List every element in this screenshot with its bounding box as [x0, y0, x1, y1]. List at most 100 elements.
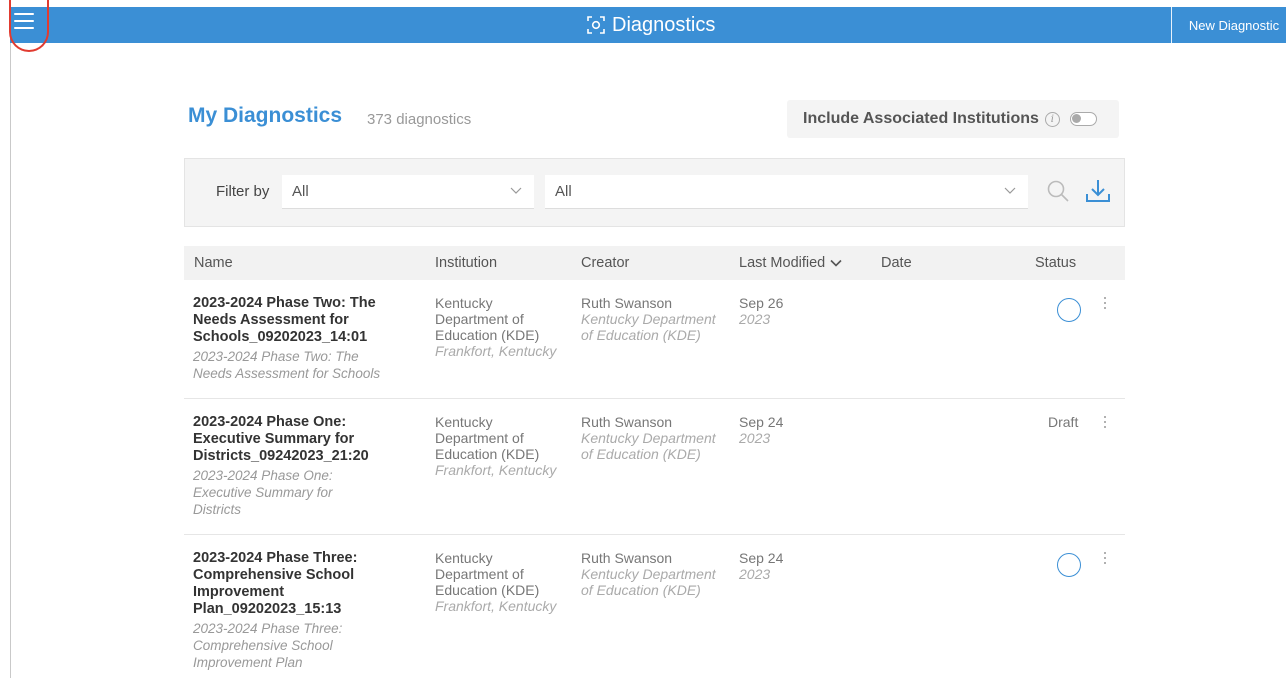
institution-line: Education (KDE): [435, 582, 540, 598]
sort-descending-icon: [830, 259, 842, 267]
creator-org-line: Kentucky Department: [581, 430, 716, 446]
status-label: Draft: [1048, 414, 1079, 430]
column-header-institution[interactable]: Institution: [435, 255, 497, 271]
title-line: 2023-2024 Phase Two: The: [193, 295, 376, 311]
row-institution-cell: Kentucky Department of Education (KDE) F…: [435, 295, 570, 359]
more-options-icon[interactable]: [1098, 549, 1112, 567]
title-line: Schools_09202023_14:01: [193, 329, 368, 345]
subtitle-line: Districts: [193, 502, 241, 517]
row-creator-cell: Ruth Swanson Kentucky Department of Educ…: [581, 550, 731, 598]
new-diagnostic-button[interactable]: New Diagnostic: [1171, 7, 1286, 43]
table-row[interactable]: 2023-2024 Phase One: Executive Summary f…: [184, 399, 1125, 535]
subtitle-line: 2023-2024 Phase Three:: [193, 621, 343, 636]
table-row[interactable]: 2023-2024 Phase Two: The Needs Assessmen…: [184, 280, 1125, 399]
creator-name: Ruth Swanson: [581, 295, 673, 311]
row-last-modified-cell: Sep 24 2023: [739, 414, 783, 446]
row-institution-cell: Kentucky Department of Education (KDE) F…: [435, 414, 570, 478]
institution-line: Department of: [435, 430, 524, 446]
column-header-creator[interactable]: Creator: [581, 255, 629, 271]
download-icon[interactable]: [1084, 177, 1112, 205]
diagnostic-title-link[interactable]: 2023-2024 Phase Two: The Needs Assessmen…: [193, 295, 398, 346]
row-name-cell: 2023-2024 Phase One: Executive Summary f…: [193, 414, 398, 518]
column-header-status[interactable]: Status: [1035, 255, 1076, 271]
institution-line: Education (KDE): [435, 446, 540, 462]
row-last-modified-cell: Sep 26 2023: [739, 295, 783, 327]
diagnostic-subtitle: 2023-2024 Phase One: Executive Summary f…: [193, 467, 398, 518]
column-header-date[interactable]: Date: [881, 255, 912, 271]
institution-line: Department of: [435, 311, 524, 327]
row-creator-cell: Ruth Swanson Kentucky Department of Educ…: [581, 295, 731, 343]
diagnostics-focus-icon: [587, 16, 605, 34]
circle-status-icon: [1057, 298, 1081, 322]
institution-location: Frankfort, Kentucky: [435, 462, 557, 478]
diagnostic-count: 373 diagnostics: [367, 111, 472, 128]
filter-label: Filter by: [216, 183, 270, 200]
creator-org-line: of Education (KDE): [581, 446, 701, 462]
filter-select-2[interactable]: All: [545, 175, 1028, 209]
title-line: Comprehensive School: [193, 567, 355, 583]
subtitle-line: 2023-2024 Phase Two: The: [193, 349, 359, 364]
diagnostic-title-link[interactable]: 2023-2024 Phase One: Executive Summary f…: [193, 414, 398, 465]
row-name-cell: 2023-2024 Phase Three: Comprehensive Sch…: [193, 550, 398, 671]
chevron-down-icon: [1004, 187, 1016, 194]
creator-org-line: of Education (KDE): [581, 327, 701, 343]
table-row[interactable]: 2023-2024 Phase Three: Comprehensive Sch…: [184, 535, 1125, 678]
hamburger-menu-icon[interactable]: [10, 7, 54, 43]
row-last-modified-cell: Sep 24 2023: [739, 550, 783, 582]
modified-date: Sep 24: [739, 550, 784, 566]
diagnostic-subtitle: 2023-2024 Phase Three: Comprehensive Sch…: [193, 620, 398, 671]
institution-line: Education (KDE): [435, 327, 540, 343]
creator-name: Ruth Swanson: [581, 550, 673, 566]
app-title-text: Diagnostics: [612, 13, 716, 36]
modified-year: 2023: [739, 566, 771, 582]
filter-select-1[interactable]: All: [282, 175, 534, 209]
subtitle-line: Needs Assessment for Schools: [193, 366, 381, 381]
include-associated-panel: Include Associated Institutions i: [787, 100, 1119, 138]
include-associated-toggle[interactable]: [1069, 112, 1097, 126]
column-header-last-modified-label: Last Modified: [739, 255, 826, 271]
subtitle-line: Improvement Plan: [193, 655, 303, 670]
modified-date: Sep 26: [739, 295, 784, 311]
title-line: Districts_09242023_21:20: [193, 448, 369, 464]
title-line: 2023-2024 Phase One:: [193, 414, 347, 430]
subtitle-line: 2023-2024 Phase One:: [193, 468, 333, 483]
search-icon[interactable]: [1046, 179, 1070, 203]
more-options-icon[interactable]: [1098, 413, 1112, 431]
institution-line: Department of: [435, 566, 524, 582]
institution-line: Kentucky: [435, 550, 493, 566]
subtitle-line: Comprehensive School: [193, 638, 333, 653]
diagnostic-subtitle: 2023-2024 Phase Two: The Needs Assessmen…: [193, 348, 398, 382]
title-line: Plan_09202023_15:13: [193, 601, 342, 617]
table-header: Name Institution Creator Last Modified D…: [184, 246, 1125, 280]
creator-name: Ruth Swanson: [581, 414, 673, 430]
row-name-cell: 2023-2024 Phase Two: The Needs Assessmen…: [193, 295, 398, 382]
column-header-last-modified[interactable]: Last Modified: [739, 255, 842, 271]
page-title: My Diagnostics: [188, 104, 343, 127]
title-line: Executive Summary for: [193, 431, 355, 447]
institution-location: Frankfort, Kentucky: [435, 598, 557, 614]
row-institution-cell: Kentucky Department of Education (KDE) F…: [435, 550, 570, 614]
modified-year: 2023: [739, 311, 771, 327]
more-options-icon[interactable]: [1098, 294, 1112, 312]
top-navigation-bar: Diagnostics New Diagnostic: [10, 7, 1286, 43]
chevron-down-icon: [510, 187, 522, 194]
title-line: Needs Assessment for: [193, 312, 349, 328]
page-left-border: [10, 43, 11, 678]
institution-line: Kentucky: [435, 295, 493, 311]
circle-status-icon: [1057, 553, 1081, 577]
creator-org-line: Kentucky Department: [581, 311, 716, 327]
app-title: Diagnostics: [586, 11, 715, 39]
info-icon[interactable]: i: [1044, 111, 1060, 127]
creator-org-line: Kentucky Department: [581, 566, 716, 582]
filter-panel: Filter by All All: [184, 158, 1125, 227]
title-line: Improvement: [193, 584, 285, 600]
creator-org-line: of Education (KDE): [581, 582, 701, 598]
institution-location: Frankfort, Kentucky: [435, 343, 557, 359]
modified-date: Sep 24: [739, 414, 784, 430]
subtitle-line: Executive Summary for: [193, 485, 333, 500]
column-header-name[interactable]: Name: [194, 255, 233, 271]
diagnostic-title-link[interactable]: 2023-2024 Phase Three: Comprehensive Sch…: [193, 550, 398, 618]
filter-select-2-value: All: [555, 183, 572, 200]
row-creator-cell: Ruth Swanson Kentucky Department of Educ…: [581, 414, 731, 462]
title-line: 2023-2024 Phase Three:: [193, 550, 358, 566]
